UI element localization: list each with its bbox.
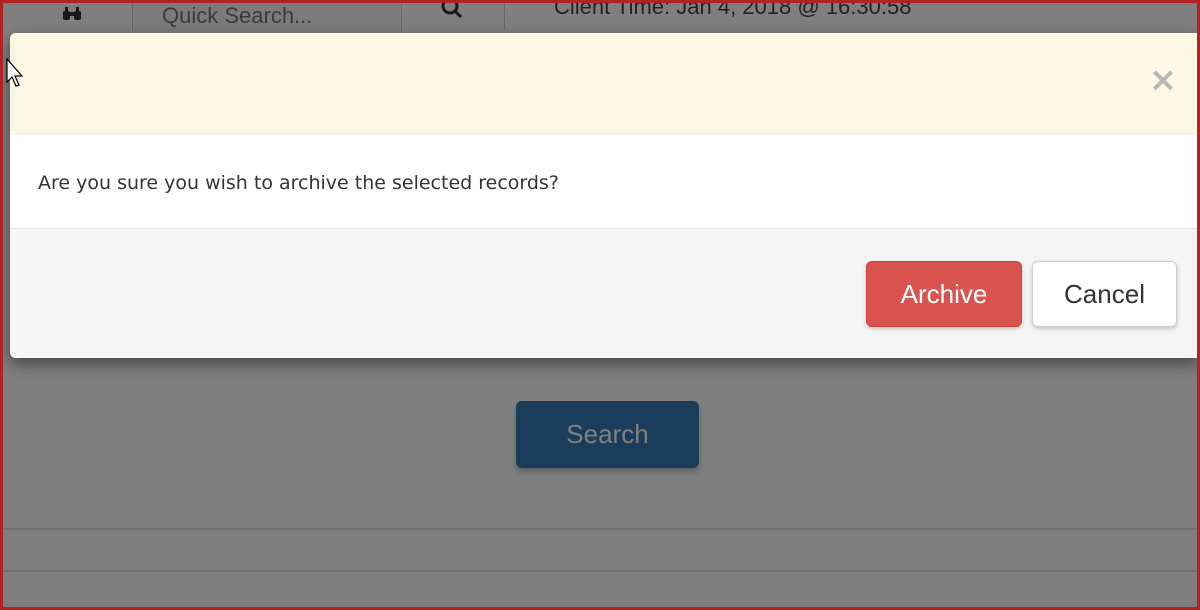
modal-footer: Archive Cancel bbox=[10, 229, 1200, 358]
confirm-message: Are you sure you wish to archive the sel… bbox=[38, 172, 559, 194]
modal-body: Are you sure you wish to archive the sel… bbox=[10, 134, 1200, 229]
screen: Client Time: Jan 4, 2018 @ 16:30:58 Sear… bbox=[0, 0, 1200, 610]
cancel-button[interactable]: Cancel bbox=[1032, 261, 1177, 327]
archive-button[interactable]: Archive bbox=[866, 261, 1022, 327]
mouse-cursor-icon bbox=[6, 57, 26, 92]
modal-header: × bbox=[10, 33, 1200, 134]
archive-confirm-dialog: × Are you sure you wish to archive the s… bbox=[10, 33, 1200, 358]
close-icon[interactable]: × bbox=[1146, 63, 1180, 97]
